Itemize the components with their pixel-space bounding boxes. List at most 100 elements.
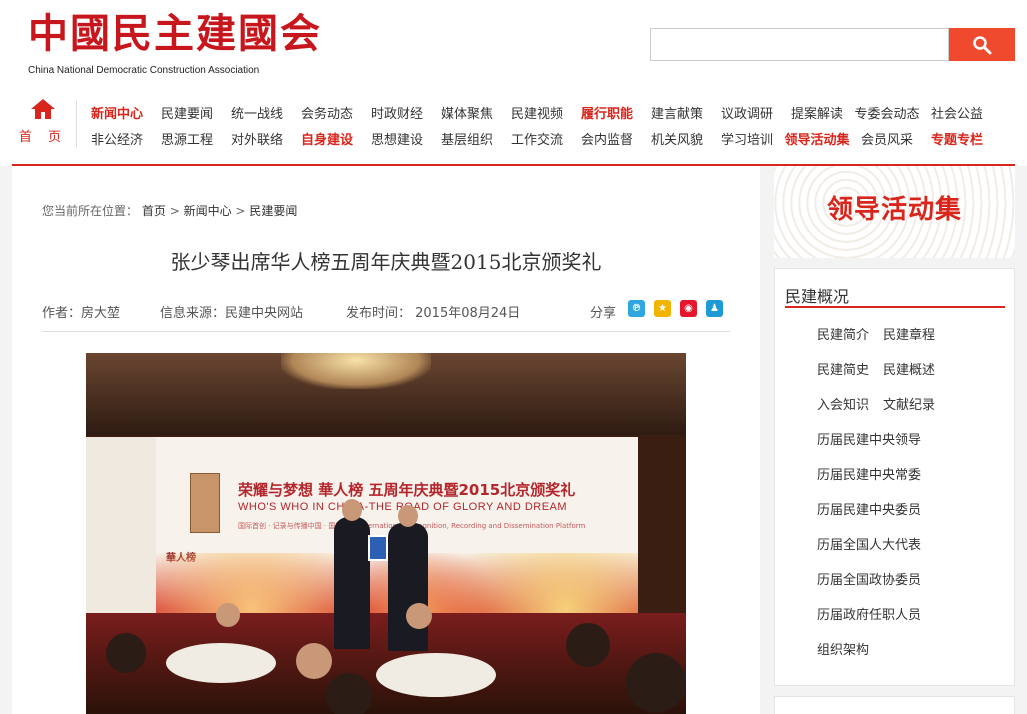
photo-person-right: [388, 523, 428, 651]
nav-item-row2-7[interactable]: 会内监督: [572, 129, 642, 148]
photo-audience: [326, 673, 372, 714]
nav-item-row2-10[interactable]: 领导活动集: [782, 129, 852, 148]
overview-link[interactable]: 历届政府任职人员: [817, 608, 921, 623]
nav-home[interactable]: 首 页: [18, 98, 68, 145]
nav-item-row1-4[interactable]: 时政财经: [362, 103, 432, 122]
site-logo-english: China National Democratic Construction A…: [28, 65, 260, 76]
overview-row: 历届全国人大代表: [817, 534, 935, 553]
nav-item-row2-6[interactable]: 工作交流: [502, 129, 572, 148]
overview-link[interactable]: 历届全国政协委员: [817, 573, 921, 588]
search-button[interactable]: [949, 28, 1015, 61]
nav-item-row2-3[interactable]: 自身建设: [292, 129, 362, 148]
nav-item-row2-1[interactable]: 思源工程: [152, 129, 222, 148]
overview-link[interactable]: 历届民建中央领导: [817, 433, 921, 448]
nav-item-row1-8[interactable]: 建言献策: [642, 103, 712, 122]
photo-audience: [106, 633, 146, 673]
photo-chandelier: [281, 353, 431, 389]
nav-item-row1-0[interactable]: 新闻中心: [82, 103, 152, 122]
overview-row: 组织架构: [817, 639, 883, 658]
breadcrumb-current[interactable]: 民建要闻: [249, 204, 297, 218]
nav-item-row2-8[interactable]: 机关风貌: [642, 129, 712, 148]
photo-plaque: [190, 473, 220, 533]
overview-row: 民建简史 民建概述: [817, 359, 949, 378]
search-input[interactable]: [650, 28, 949, 61]
overview-link[interactable]: 民建简介: [817, 328, 869, 343]
overview-row: 历届民建中央常委: [817, 464, 935, 483]
nav-item-row1-7[interactable]: 履行职能: [572, 103, 642, 122]
photo-audience: [296, 643, 332, 679]
nav-item-row1-2[interactable]: 统一战线: [222, 103, 292, 122]
share-icons: ℗ ★ ◉ ♟: [628, 300, 723, 317]
nav-item-row2-5[interactable]: 基层组织: [432, 129, 502, 148]
breadcrumb-sep: >: [235, 204, 246, 218]
overview-title: 民建概况: [785, 287, 850, 306]
photo-person-left: [334, 517, 370, 649]
nav-row-primary: 新闻中心 民建要闻 统一战线 会务动态 时政财经 媒体聚焦 民建视频 履行职能 建言献策 议政调研…: [82, 103, 1022, 122]
breadcrumb-prefix: 您当前所在位置：: [42, 204, 139, 218]
article-photo: 華人榜 荣耀与梦想 華人榜 五周年庆典暨2015北京颁奖礼 WHO'S WHO …: [86, 353, 686, 714]
qq-icon[interactable]: ♟: [706, 300, 723, 317]
nav-item-row1-10[interactable]: 提案解读: [782, 103, 852, 122]
nav-item-row2-0[interactable]: 非公经济: [82, 129, 152, 148]
overview-row: 历届民建中央领导: [817, 429, 935, 448]
nav-home-label: 首 页: [18, 130, 68, 145]
photo-audience: [566, 623, 610, 667]
overview-link[interactable]: 民建简史: [817, 363, 869, 378]
weibo-icon[interactable]: ◉: [680, 300, 697, 317]
photo-table: [166, 643, 276, 683]
nav-row-secondary: 非公经济 思源工程 对外联络 自身建设 思想建设 基层组织 工作交流 会内监督 机关风貌 学习培训…: [82, 129, 1022, 148]
article-author: 作者：房大堃: [42, 306, 121, 321]
nav-item-row1-6[interactable]: 民建视频: [502, 103, 572, 122]
overview-link[interactable]: 历届民建中央常委: [817, 468, 921, 483]
share-label: 分享: [590, 306, 617, 321]
nav-item-row2-9[interactable]: 学习培训: [712, 129, 782, 148]
overview-link[interactable]: 民建章程: [883, 328, 935, 343]
photo-screen-title: 荣耀与梦想 華人榜 五周年庆典暨2015北京颁奖礼: [238, 481, 576, 499]
overview-row: 历届政府任职人员: [817, 604, 935, 623]
overview-link[interactable]: 历届民建中央委员: [817, 503, 921, 518]
breadcrumb-news-center[interactable]: 新闻中心: [184, 204, 232, 218]
nav-divider: [76, 101, 77, 147]
overview-link[interactable]: 民建概述: [883, 363, 935, 378]
nav-item-row1-1[interactable]: 民建要闻: [152, 103, 222, 122]
breadcrumb-home[interactable]: 首页: [142, 204, 166, 218]
overview-link[interactable]: 入会知识: [817, 398, 869, 413]
share-icon-1[interactable]: ℗: [628, 300, 645, 317]
article-source: 信息来源：民建中央网站: [160, 306, 304, 321]
photo-person-left-head: [342, 499, 362, 521]
home-icon: [31, 99, 55, 119]
overview-row: 历届民建中央委员: [817, 499, 935, 518]
nav-item-row1-3[interactable]: 会务动态: [292, 103, 362, 122]
qzone-icon[interactable]: ★: [654, 300, 671, 317]
overview-row: 民建简介 民建章程: [817, 324, 949, 343]
nav-item-row2-2[interactable]: 对外联络: [222, 129, 292, 148]
overview-row: 入会知识 文献纪录: [817, 394, 949, 413]
site-logo[interactable]: 中國民主建國会: [28, 6, 322, 62]
photo-audience: [626, 653, 686, 713]
overview-box: 民建概况 民建简介 民建章程 民建简史 民建概述 入会知识 文献纪录 历届民建中央领导 历届民…: [774, 268, 1015, 686]
nav-item-row1-12[interactable]: 社会公益: [922, 103, 992, 122]
breadcrumb: 您当前所在位置： 首页 > 新闻中心 > 民建要闻: [42, 202, 297, 219]
nav-item-row1-9[interactable]: 议政调研: [712, 103, 782, 122]
nav-item-row2-12[interactable]: 专题专栏: [922, 129, 992, 148]
photo-table: [376, 653, 496, 697]
nav-item-row2-11[interactable]: 会员风采: [852, 129, 922, 148]
leader-activity-banner-title[interactable]: 领导活动集: [774, 189, 1015, 226]
nav-item-row1-11[interactable]: 专委会动态: [852, 103, 922, 122]
overview-row: 历届全国政协委员: [817, 569, 935, 588]
photo-certificate: [368, 535, 388, 561]
nav-item-row2-4[interactable]: 思想建设: [362, 129, 432, 148]
photo-wall: [86, 437, 156, 613]
main-nav: [0, 90, 1027, 166]
search-icon: [973, 36, 992, 55]
breadcrumb-sep: >: [169, 204, 180, 218]
sidebar-next-box: [774, 696, 1015, 714]
site-header: 中國民主建國会 China National Democratic Constr…: [0, 0, 1027, 90]
meta-divider: [42, 331, 730, 332]
nav-item-row1-5[interactable]: 媒体聚焦: [432, 103, 502, 122]
overview-link[interactable]: 组织架构: [817, 643, 869, 658]
overview-link[interactable]: 文献纪录: [883, 398, 935, 413]
article-date: 发布时间： 2015年08月24日: [346, 306, 521, 321]
article-panel: 您当前所在位置： 首页 > 新闻中心 > 民建要闻 张少琴出席华人榜五周年庆典暨…: [12, 166, 760, 714]
overview-link[interactable]: 历届全国人大代表: [817, 538, 921, 553]
